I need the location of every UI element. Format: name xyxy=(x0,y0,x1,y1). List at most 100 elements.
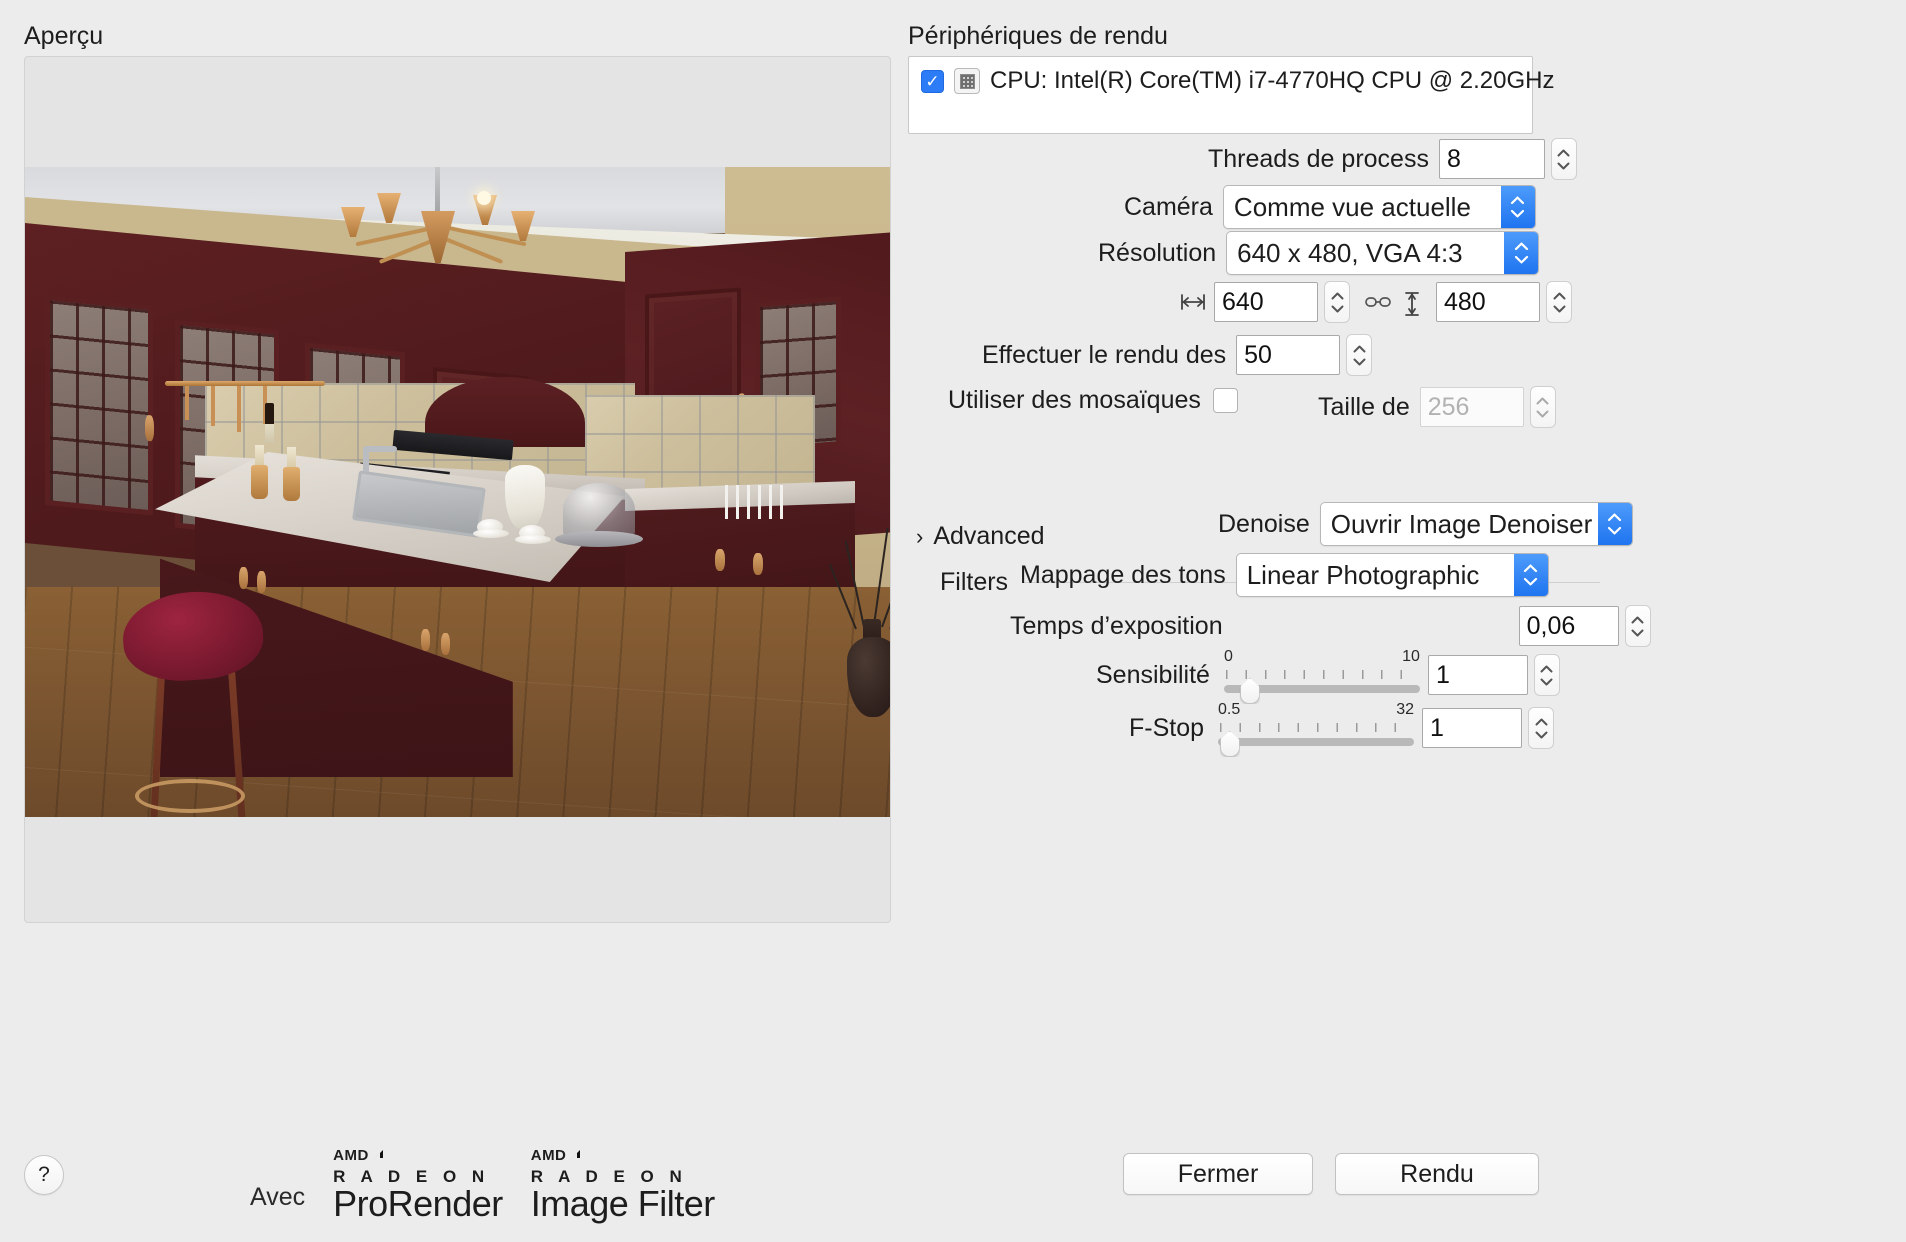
sensitivity-ticks xyxy=(1225,670,1418,679)
amd-imagefilter-logo: AMD R A D E O N Image Filter xyxy=(530,1147,716,1224)
imagefilter-wordmark: Image Filter xyxy=(530,1183,716,1224)
exposure-label: Temps d’exposition xyxy=(1010,611,1223,640)
width-input[interactable]: 640 xyxy=(1214,282,1318,322)
fstop-thumb[interactable] xyxy=(1219,731,1240,757)
sensitivity-slider[interactable]: 0 10 xyxy=(1223,648,1420,704)
denoise-row: Denoise Ouvrir Image Denoiser xyxy=(1218,502,1633,546)
render-cloche-dome xyxy=(563,483,635,537)
amd-wordmark-2: AMD xyxy=(530,1147,567,1164)
camera-select[interactable]: Comme vue actuelle xyxy=(1222,185,1536,229)
cpu-chip-icon xyxy=(954,68,980,94)
preview-pane: Aperçu ? Avec AMD R A D E O N ProRender … xyxy=(0,0,908,1242)
tiles-row: Utiliser des mosaïques ✓ xyxy=(948,386,1238,415)
render-cloche-base xyxy=(555,531,643,547)
denoise-label: Denoise xyxy=(1218,509,1310,538)
advanced-label: Advanced xyxy=(933,522,1045,550)
threads-stepper[interactable] xyxy=(1550,138,1577,180)
fstop-stepper[interactable] xyxy=(1528,707,1555,749)
amd-wordmark-1: AMD xyxy=(333,1147,369,1164)
help-button[interactable]: ? xyxy=(24,1155,64,1195)
tiles-label: Utiliser des mosaïques xyxy=(948,386,1201,414)
fstop-min-label: 0.5 xyxy=(1218,701,1241,718)
fstop-input[interactable]: 1 xyxy=(1422,708,1523,748)
render-pitcher xyxy=(505,465,545,529)
render-button-label: Rendu xyxy=(1400,1159,1474,1188)
sensitivity-stepper[interactable] xyxy=(1533,654,1560,696)
help-icon: ? xyxy=(38,1163,50,1186)
partner-logos: Avec AMD R A D E O N ProRender AMD R A D… xyxy=(250,1148,715,1222)
sensitivity-row: Sensibilité 0 10 1 xyxy=(1096,648,1560,704)
render-devices-list[interactable]: ✓ CPU: Intel(R) Core(TM) i7-4770HQ CPU @… xyxy=(908,56,1555,134)
fstop-track[interactable] xyxy=(1218,738,1415,746)
height-stepper[interactable] xyxy=(1546,281,1572,323)
close-button[interactable]: Fermer xyxy=(1123,1153,1313,1195)
rendered-kitchen-image[interactable] xyxy=(25,167,890,817)
camera-label: Caméra xyxy=(1124,192,1213,221)
width-arrows-icon xyxy=(1180,291,1206,313)
amd-arrow-icon-1 xyxy=(371,1149,384,1162)
render-preview-frame[interactable] xyxy=(24,56,891,923)
passes-input[interactable]: 50 xyxy=(1236,335,1341,375)
amd-arrow-icon-2 xyxy=(568,1149,581,1162)
camera-chevrons-icon[interactable] xyxy=(1500,186,1535,228)
filters-label: Filters xyxy=(940,568,1009,596)
sensitivity-thumb[interactable] xyxy=(1239,678,1260,704)
dimensions-row: 640 480 xyxy=(1180,281,1572,323)
render-chandelier-bulb xyxy=(477,191,491,205)
camera-selected-value: Comme vue actuelle xyxy=(1233,191,1471,222)
amd-prorender-logo: AMD R A D E O N ProRender xyxy=(333,1148,503,1222)
threads-label: Threads de process xyxy=(1208,144,1429,173)
passes-label: Effectuer le rendu des xyxy=(982,340,1227,369)
fstop-slider[interactable]: 0.5 32 xyxy=(1218,701,1415,757)
fstop-ticks xyxy=(1220,723,1413,732)
device-name-label: CPU: Intel(R) Core(TM) i7-4770HQ CPU @ 2… xyxy=(990,67,1555,94)
settings-pane: Périphériques de rendu ✓ CPU: Intel(R) C… xyxy=(908,0,1906,1242)
denoise-chevrons-icon[interactable] xyxy=(1597,503,1632,545)
exposure-input[interactable]: 0,06 xyxy=(1518,606,1619,646)
height-input[interactable]: 480 xyxy=(1436,282,1540,322)
tile-size-input[interactable]: 256 xyxy=(1419,387,1524,427)
sensitivity-input[interactable]: 1 xyxy=(1427,655,1528,695)
exposure-stepper[interactable] xyxy=(1624,605,1651,647)
devices-section-title: Périphériques de rendu xyxy=(908,22,1168,50)
close-button-label: Fermer xyxy=(1177,1159,1259,1188)
denoise-select[interactable]: Ouvrir Image Denoiser xyxy=(1319,502,1633,546)
resolution-select[interactable]: 640 x 480, VGA 4:3 xyxy=(1226,231,1540,275)
sensitivity-max-label: 10 xyxy=(1402,648,1420,665)
denoise-selected-value: Ouvrir Image Denoiser xyxy=(1330,508,1593,539)
tonemap-chevrons-icon[interactable] xyxy=(1513,554,1548,596)
prorender-wordmark: ProRender xyxy=(333,1183,503,1224)
tile-size-stepper[interactable] xyxy=(1529,386,1556,428)
passes-stepper[interactable] xyxy=(1346,334,1373,376)
device-list-item[interactable]: ✓ CPU: Intel(R) Core(TM) i7-4770HQ CPU @… xyxy=(909,57,1555,105)
resolution-label: Résolution xyxy=(1098,238,1217,267)
sensitivity-min-label: 0 xyxy=(1223,648,1233,665)
device-checkbox[interactable]: ✓ xyxy=(921,69,944,93)
tonemap-label: Mappage des tons xyxy=(1020,560,1226,589)
fstop-row: F-Stop 0.5 32 1 xyxy=(1129,701,1555,757)
chevron-right-icon[interactable]: › xyxy=(916,525,923,548)
tiles-checkbox[interactable]: ✓ xyxy=(1212,388,1238,413)
render-wine-bottle xyxy=(265,403,274,443)
exposure-row: Temps d’exposition 0,06 xyxy=(1010,605,1651,647)
resolution-row: Résolution 640 x 480, VGA 4:3 xyxy=(1098,231,1540,275)
tonemap-row: Mappage des tons Linear Photographic xyxy=(1020,553,1549,597)
preview-section-title: Aperçu xyxy=(24,22,104,50)
chain-link-icon[interactable] xyxy=(1364,293,1391,311)
tonemap-select[interactable]: Linear Photographic xyxy=(1235,553,1549,597)
sensitivity-label: Sensibilité xyxy=(1096,660,1210,689)
tonemap-selected-value: Linear Photographic xyxy=(1246,559,1480,590)
render-button[interactable]: Rendu xyxy=(1335,1153,1539,1195)
threads-input[interactable]: 8 xyxy=(1438,139,1545,179)
render-dish-rack xyxy=(725,485,791,519)
resolution-chevrons-icon[interactable] xyxy=(1504,232,1539,274)
render-pot-rail xyxy=(165,381,325,386)
avec-label: Avec xyxy=(250,1183,306,1211)
camera-row: Caméra Comme vue actuelle xyxy=(1124,185,1536,229)
width-stepper[interactable] xyxy=(1324,281,1350,323)
fstop-max-label: 32 xyxy=(1396,701,1415,718)
advanced-disclosure[interactable]: › Advanced xyxy=(916,522,1045,551)
tile-size-row: Taille de 256 xyxy=(1318,386,1556,428)
resolution-selected-value: 640 x 480, VGA 4:3 xyxy=(1237,237,1463,268)
passes-row: Effectuer le rendu des 50 xyxy=(982,334,1373,376)
